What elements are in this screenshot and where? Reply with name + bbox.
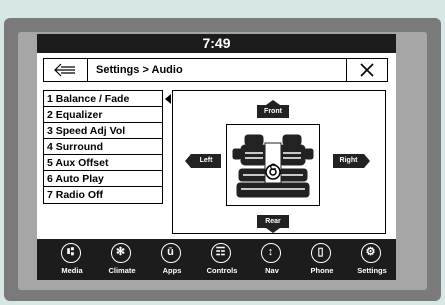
- back-arrow-icon: [54, 63, 75, 77]
- nav-icon: ↕: [261, 243, 281, 263]
- dock-phone[interactable]: ▯ Phone: [301, 243, 343, 279]
- dock-label-phone: Phone: [310, 266, 334, 275]
- dock-climate[interactable]: ✻ Climate: [101, 243, 143, 279]
- dock-label-controls: Controls: [206, 266, 238, 275]
- balance-cursor[interactable]: C: [260, 156, 286, 182]
- dock-controls[interactable]: ☶ Controls: [201, 243, 243, 279]
- menu-item-surround[interactable]: 4 Surround: [44, 139, 162, 155]
- back-button[interactable]: [44, 59, 88, 81]
- dock-label-nav: Nav: [265, 266, 279, 275]
- apps-icon: ū: [161, 243, 181, 263]
- dock-apps[interactable]: ū Apps: [151, 243, 193, 279]
- dock-nav[interactable]: ↕ Nav: [251, 243, 293, 279]
- dock-label-settings: Settings: [357, 266, 387, 275]
- header-bar: Settings > Audio: [43, 58, 388, 82]
- dock-settings[interactable]: ⚙ Settings: [351, 243, 393, 279]
- screen: 7:49 Settings > Audio 1 Balance / Fade 2…: [37, 34, 396, 280]
- balance-fade-panel: Front Left Right Rear C: [172, 90, 386, 234]
- close-icon: [360, 63, 374, 77]
- dock-media[interactable]: ⑆ Media: [51, 243, 93, 279]
- gear-icon: ⚙: [361, 243, 381, 263]
- dock-label-apps: Apps: [162, 266, 182, 275]
- menu-item-speed-adj-vol[interactable]: 3 Speed Adj Vol: [44, 123, 162, 139]
- clock: 7:49: [202, 35, 231, 51]
- audio-menu: 1 Balance / Fade 2 Equalizer 3 Speed Adj…: [43, 90, 163, 204]
- menu-item-equalizer[interactable]: 2 Equalizer: [44, 107, 162, 123]
- menu-item-radio-off[interactable]: 7 Radio Off: [44, 187, 162, 203]
- rear-button[interactable]: Rear: [257, 215, 289, 233]
- breadcrumb: Settings > Audio: [96, 64, 183, 76]
- menu-item-aux-offset[interactable]: 5 Aux Offset: [44, 155, 162, 171]
- dock-label-climate: Climate: [108, 266, 136, 275]
- close-button[interactable]: [346, 59, 387, 81]
- left-button[interactable]: Left: [185, 154, 221, 168]
- dock-label-media: Media: [61, 266, 83, 275]
- bottom-dock: ⑆ Media ✻ Climate ū Apps ☶ Controls ↕ Na…: [37, 240, 396, 280]
- menu-item-auto-play[interactable]: 6 Auto Play: [44, 171, 162, 187]
- front-button[interactable]: Front: [257, 100, 289, 118]
- phone-icon: ▯: [311, 243, 331, 263]
- fan-icon: ✻: [111, 243, 131, 263]
- menu-item-balance-fade[interactable]: 1 Balance / Fade: [44, 91, 162, 107]
- center-label: C: [269, 162, 277, 172]
- usb-icon: ⑆: [61, 243, 81, 263]
- right-button[interactable]: Right: [333, 154, 370, 168]
- audio-settings-content: Settings > Audio 1 Balance / Fade 2 Equa…: [37, 53, 396, 239]
- selection-marker: [165, 94, 171, 104]
- controls-icon: ☶: [211, 243, 231, 263]
